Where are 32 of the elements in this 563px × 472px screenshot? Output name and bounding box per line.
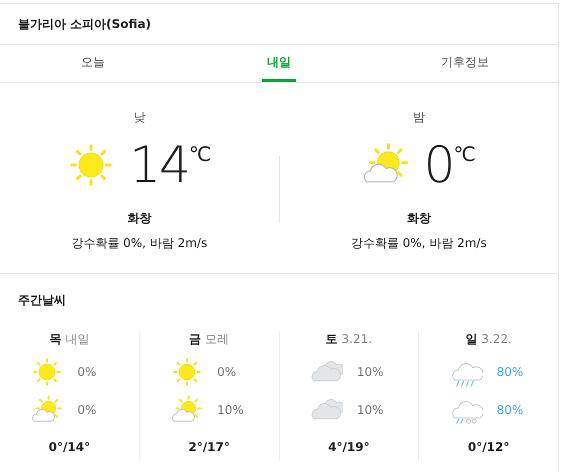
sun-icon [171,356,204,388]
day-label: 일 3.22. [465,331,512,348]
sun-icon [31,356,64,388]
location-title: 불가리아 소피아(Sofia) [18,16,152,32]
day-label: 목 내일 [49,331,90,348]
condition-label: 화창 [127,210,152,227]
precipitation-chance: 10% [217,403,245,417]
day-label: 토 3.21. [326,331,372,348]
unit-label: ℃ [453,142,476,166]
precipitation-chance: 10% [356,403,385,417]
day-label: 금 모레 [189,331,230,348]
temperature-range: 0°/14° [48,440,90,454]
precipitation-chance: 80% [496,403,524,417]
details-text: 강수확률 0%, 바람 2m/s [71,235,208,252]
precipitation-chance: 10% [356,365,385,379]
details-text: 강수확률 0%, 바람 2m/s [350,235,487,252]
precipitation-chance: 0% [217,365,238,379]
precipitation-chance: 0% [77,403,98,417]
temperature-range: 0°/12° [468,440,510,454]
temperature-range: 4°/19° [328,440,370,454]
precipitation-chance: 80% [496,365,524,379]
section-title: 주간날씨 [17,292,67,309]
temperature: 0 [424,140,454,190]
period-label: 밤 [412,109,425,126]
condition-label: 화창 [406,210,431,227]
tab[interactable]: 오늘 [0,45,186,82]
unit-label: ℃ [188,142,212,166]
temperature: 14 [129,140,189,190]
temperature-range: 2°/17° [188,440,230,454]
precipitation-chance: 0% [77,365,98,379]
period-label: 낮 [133,109,146,126]
tab[interactable]: 기후정보 [372,45,558,82]
